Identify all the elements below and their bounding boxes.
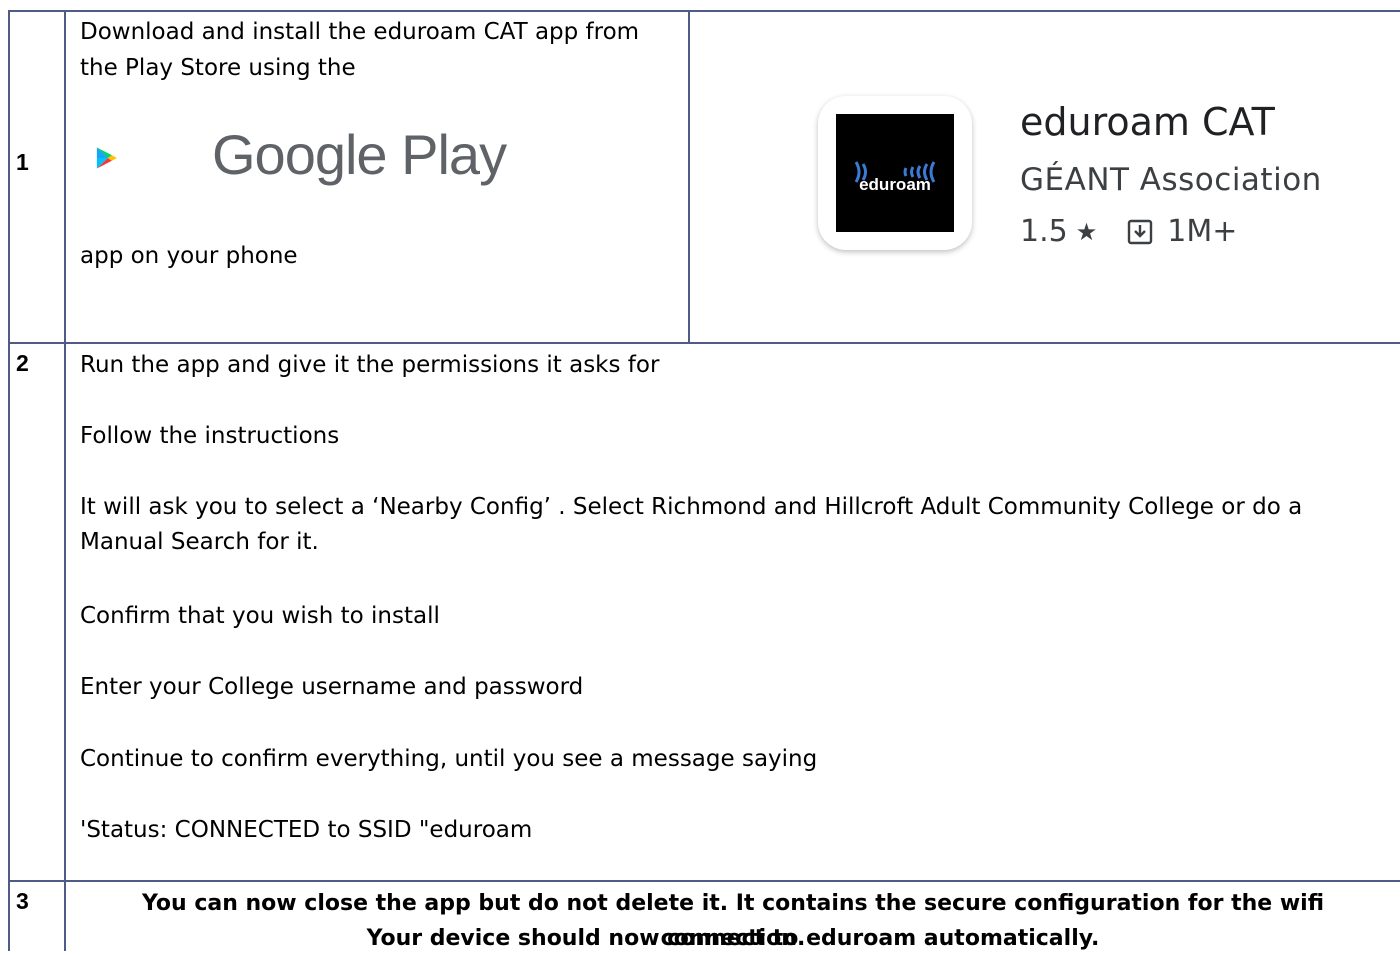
step-2-line: It will ask you to select a ‘Nearby Conf…: [80, 494, 1303, 555]
google-play-logo-icon: [96, 147, 117, 169]
google-play-wordmark: Google Play: [212, 123, 507, 186]
step-2-line: Follow the instructions: [80, 423, 340, 449]
table-border-top: [8, 10, 1400, 12]
download-icon: [1128, 219, 1153, 244]
app-meta: 1.5 ★ 1M+: [1020, 214, 1237, 249]
table-column-divider: [64, 10, 66, 951]
table-border-left: [8, 10, 10, 951]
app-title[interactable]: eduroam CAT: [1020, 100, 1275, 144]
step-number: 2: [16, 350, 29, 376]
table-column-divider: [688, 10, 690, 343]
eduroam-logo-icon: eduroam: [836, 114, 954, 232]
step-2-line: Run the app and give it the permissions …: [80, 352, 660, 378]
step-1-text-before: Download and install the eduroam CAT app…: [80, 19, 640, 81]
step-2-line: Enter your College username and password: [80, 674, 584, 700]
table-row-divider: [8, 342, 1400, 344]
step-2-line: 'Status: CONNECTED to SSID "eduroam: [80, 817, 533, 843]
app-rating: 1.5: [1020, 214, 1068, 249]
app-downloads: 1M+: [1167, 214, 1238, 249]
svg-text:eduroam: eduroam: [859, 175, 931, 194]
app-developer[interactable]: GÉANT Association: [1020, 162, 1322, 198]
app-icon[interactable]: eduroam: [818, 96, 972, 250]
step-number: 3: [16, 888, 29, 914]
step-2-line: Continue to confirm everything, until yo…: [80, 746, 818, 772]
table-row-divider: [8, 880, 1400, 882]
step-number: 1: [16, 149, 29, 175]
star-icon: ★: [1075, 217, 1098, 246]
step-1-text-after: app on your phone: [80, 243, 298, 269]
step-2-line: Confirm that you wish to install: [80, 603, 440, 629]
